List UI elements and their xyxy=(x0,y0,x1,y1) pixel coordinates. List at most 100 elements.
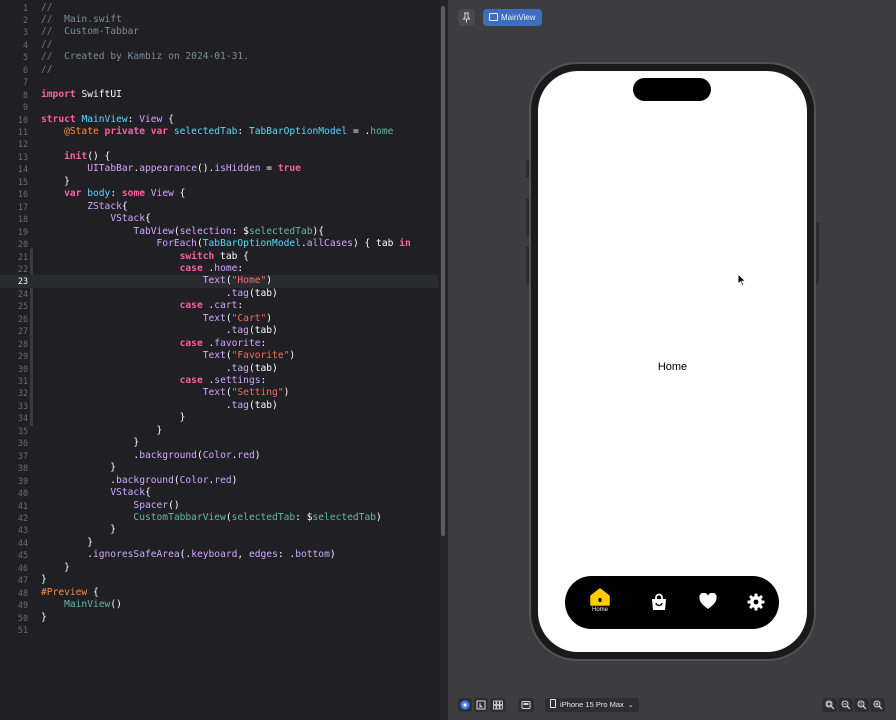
code-token: init xyxy=(64,150,88,162)
code-token: (tab) xyxy=(248,325,278,337)
selectable-mode-button[interactable] xyxy=(474,698,488,712)
code-line[interactable]: 28 case .favorite: xyxy=(0,338,438,350)
code-token: MainView xyxy=(81,113,128,125)
device-selector[interactable]: iPhone 15 Pro Max ⌄ xyxy=(545,698,639,712)
line-number: 24 xyxy=(17,288,28,299)
tab-mainview[interactable]: MainView xyxy=(483,9,542,26)
code-token: : xyxy=(260,375,267,386)
line-number: 11 xyxy=(17,127,28,137)
code-token: import xyxy=(41,88,82,100)
code-line[interactable]: 22 case .home: xyxy=(0,263,438,275)
code-line[interactable]: 37 .background(Color.red) xyxy=(0,450,438,462)
code-line[interactable]: 30 .tag(tab) xyxy=(0,363,438,375)
line-number: 7 xyxy=(22,77,28,88)
code-line[interactable]: 40 VStack{ xyxy=(0,487,438,499)
code-token: TabView xyxy=(133,225,174,237)
code-line[interactable]: 21 switch tab { xyxy=(0,251,438,263)
code-line[interactable]: 33 .tag(tab) xyxy=(0,400,438,412)
code-line[interactable]: 6 // xyxy=(0,64,438,76)
code-line[interactable]: 36 } xyxy=(0,437,438,449)
code-line[interactable]: 12 xyxy=(0,138,438,150)
code-token: case xyxy=(179,337,203,349)
code-line[interactable]: 51 xyxy=(0,624,438,636)
code-line[interactable]: 35 } xyxy=(0,425,438,437)
code-line[interactable]: 45 .ignoresSafeArea(.keyboard, edges: .b… xyxy=(0,549,438,561)
code-line[interactable]: 15 } xyxy=(0,176,438,188)
code-line[interactable]: 7 xyxy=(0,76,438,88)
code-text: Text("Setting") xyxy=(41,387,290,399)
code-line[interactable]: 31 case .settings: xyxy=(0,375,438,387)
code-token: selection xyxy=(179,225,232,237)
code-line[interactable]: 10 struct MainView: View { xyxy=(0,114,438,126)
code-line[interactable]: 5 // Created by Kambiz on 2024-01-31. xyxy=(0,51,438,63)
code-text: var body: some View { xyxy=(41,188,185,200)
code-line[interactable]: 4 // xyxy=(0,39,438,51)
code-token: { xyxy=(162,113,174,125)
live-mode-button[interactable] xyxy=(458,698,472,712)
tab-cart[interactable] xyxy=(642,593,676,633)
code-token: "Favorite" xyxy=(231,350,290,362)
code-line[interactable]: 39 .background(Color.red) xyxy=(0,475,438,487)
code-token: appearance xyxy=(139,163,197,175)
code-line[interactable]: 19 TabView(selection: $selectedTab){ xyxy=(0,226,438,238)
zoom-in-button[interactable] xyxy=(870,698,885,712)
code-line[interactable]: 1 // xyxy=(0,2,438,14)
code-line[interactable]: 27 .tag(tab) xyxy=(0,325,438,337)
code-line[interactable]: 20 ForEach(TabBarOptionModel.allCases) {… xyxy=(0,238,438,250)
tab-favorite[interactable] xyxy=(691,593,725,633)
line-number: 26 xyxy=(17,313,28,324)
code-line[interactable]: 46 } xyxy=(0,562,438,574)
code-line[interactable]: 41 Spacer() xyxy=(0,500,438,512)
code-token: selectedTab xyxy=(173,126,238,137)
code-line[interactable]: 32 Text("Setting") xyxy=(0,387,438,399)
zoom-to-fit-button[interactable] xyxy=(822,698,837,712)
code-line[interactable]: 26 Text("Cart") xyxy=(0,313,438,325)
code-line[interactable]: 43 } xyxy=(0,524,438,536)
code-line[interactable]: 17 ZStack{ xyxy=(0,201,438,213)
code-line[interactable]: 13 init() { xyxy=(0,151,438,163)
pin-icon[interactable] xyxy=(458,9,475,26)
code-line[interactable]: 34 } xyxy=(0,412,438,424)
code-line[interactable]: 16 var body: some View { xyxy=(0,188,438,200)
code-line[interactable]: 14 UITabBar.appearance().isHidden = true xyxy=(0,163,438,175)
tab-home[interactable]: Home xyxy=(583,588,617,628)
code-token: { xyxy=(121,200,128,212)
code-token: home xyxy=(370,126,394,137)
code-line[interactable]: 2 // Main.swift xyxy=(0,14,438,26)
code-line[interactable]: 8 import SwiftUI xyxy=(0,89,438,101)
iphone-icon xyxy=(550,699,556,708)
code-editor[interactable]: 1 // 2 // Main.swift 3 // Custom-Tabbar 4 // 5 //… xyxy=(0,0,440,720)
code-line[interactable]: 47} xyxy=(0,574,438,586)
code-line[interactable]: 38 } xyxy=(0,462,438,474)
code-line[interactable]: 25 case .cart: xyxy=(0,300,438,312)
code-line[interactable]: 49 MainView() xyxy=(0,599,438,611)
live-mode-icon xyxy=(460,700,470,710)
code-line[interactable]: 18 VStack{ xyxy=(0,213,438,225)
code-text: VStack{ xyxy=(41,213,150,225)
code-line[interactable]: 44 } xyxy=(0,537,438,549)
custom-tabbar: Home xyxy=(565,576,779,629)
code-line[interactable]: 3 // Custom-Tabbar xyxy=(0,26,438,38)
zoom-100-button[interactable] xyxy=(854,698,869,712)
code-token: body xyxy=(87,188,111,200)
device-settings-button[interactable] xyxy=(518,698,534,712)
code-line[interactable]: 11 @State private var selectedTab: TabBa… xyxy=(0,126,438,138)
editor-scrollbar-thumb[interactable] xyxy=(441,6,445,536)
code-token: // xyxy=(41,63,53,75)
tab-settings[interactable] xyxy=(739,593,773,633)
code-line[interactable]: 23 Text("Home") xyxy=(0,275,438,288)
variants-button[interactable] xyxy=(490,698,506,712)
code-line[interactable]: 48 #Preview { xyxy=(0,587,438,599)
zoom-out-button[interactable] xyxy=(838,698,853,712)
code-text: @State private var selectedTab: TabBarOp… xyxy=(41,126,393,138)
code-token: "Home" xyxy=(231,275,267,287)
code-line[interactable]: 42 CustomTabbarView(selectedTab: $select… xyxy=(0,512,438,524)
code-line[interactable]: 50} xyxy=(0,612,438,624)
code-line[interactable]: 9 xyxy=(0,101,438,113)
code-line[interactable]: 29 Text("Favorite") xyxy=(0,350,438,362)
code-line[interactable]: 24 .tag(tab) xyxy=(0,288,438,300)
code-text: } xyxy=(41,176,70,188)
